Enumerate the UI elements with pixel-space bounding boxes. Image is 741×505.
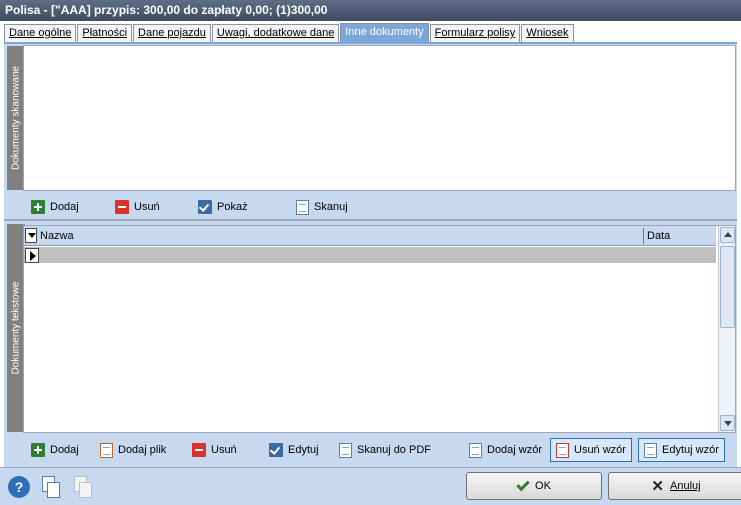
add-file-icon — [100, 442, 113, 458]
splitter[interactable] — [4, 219, 737, 221]
tab-content: Dokumenty skanowane Dodaj Usuń Pokaż Ska… — [4, 44, 737, 467]
new-document-icon — [469, 442, 482, 458]
column-divider[interactable] — [643, 228, 644, 244]
text-add-file-button[interactable]: Dodaj plik — [100, 440, 166, 460]
window-title: Polisa - ["AAA] przypis: 300,00 do zapła… — [0, 0, 741, 21]
add-icon — [31, 200, 45, 214]
checkmark-icon — [516, 477, 530, 491]
text-remove-button[interactable]: Usuń — [192, 440, 237, 460]
tab-uwagi[interactable]: Uwagi, dodatkowe dane — [211, 24, 340, 43]
cancel-button[interactable]: ✕ Anuluj — [608, 472, 741, 500]
edit-document-icon — [644, 442, 657, 458]
help-icon[interactable]: ? — [8, 476, 30, 498]
check-icon — [269, 443, 283, 457]
text-documents-grid[interactable]: Nazwa Data — [23, 225, 736, 433]
chevron-down-icon — [724, 421, 732, 426]
tab-inne-dokumenty[interactable]: Inne dokumenty — [340, 23, 429, 43]
scan-icon — [339, 442, 352, 458]
paste-icon — [74, 476, 92, 498]
delete-document-icon — [556, 442, 569, 458]
text-add-button[interactable]: Dodaj — [31, 440, 79, 460]
scanned-show-button[interactable]: Pokaż — [198, 197, 248, 217]
scanned-scan-button[interactable]: Skanuj — [296, 197, 348, 217]
row-indicator-icon — [25, 248, 39, 263]
scroll-thumb[interactable] — [720, 246, 735, 328]
grid-header: Nazwa Data — [24, 226, 716, 246]
chevron-up-icon — [724, 232, 732, 237]
chevron-down-icon — [28, 233, 36, 238]
remove-icon — [115, 200, 129, 214]
add-icon — [31, 443, 45, 457]
text-edit-button[interactable]: Edytuj — [269, 440, 319, 460]
column-header-data[interactable]: Data — [647, 226, 670, 246]
tab-wniosek[interactable]: Wniosek — [521, 24, 574, 43]
table-row[interactable] — [24, 247, 716, 263]
check-icon — [198, 200, 212, 214]
dialog-footer: ? OK ✕ Anuluj — [0, 467, 741, 505]
scanned-add-button[interactable]: Dodaj — [31, 197, 79, 217]
tab-formularz-polisy[interactable]: Formularz polisy — [429, 24, 521, 43]
column-header-nazwa[interactable]: Nazwa — [40, 226, 74, 246]
tab-dane-ogolne[interactable]: Dane ogólne — [4, 24, 77, 43]
remove-template-button[interactable]: Usuń wzór — [550, 438, 632, 462]
close-icon: ✕ — [651, 478, 664, 495]
tab-bar: Dane ogólne Płatności Dane pojazdu Uwagi… — [4, 23, 575, 43]
edit-template-button[interactable]: Edytuj wzór — [638, 438, 725, 462]
scanned-remove-button[interactable]: Usuń — [115, 197, 160, 217]
ok-button[interactable]: OK — [466, 472, 602, 500]
grid-scrollbar[interactable] — [718, 226, 735, 432]
scroll-down-button[interactable] — [720, 415, 735, 431]
tab-dane-pojazdu[interactable]: Dane pojazdu — [133, 24, 211, 43]
scan-icon — [296, 199, 309, 215]
scanned-documents-area[interactable] — [23, 45, 736, 191]
add-template-button[interactable]: Dodaj wzór — [469, 440, 542, 460]
tab-platnosci[interactable]: Płatności — [77, 24, 133, 43]
copy-icon[interactable] — [42, 476, 60, 498]
remove-icon — [192, 443, 206, 457]
column-menu-button[interactable] — [25, 228, 37, 243]
text-scan-pdf-button[interactable]: Skanuj do PDF — [339, 440, 431, 460]
scroll-up-button[interactable] — [720, 227, 735, 243]
